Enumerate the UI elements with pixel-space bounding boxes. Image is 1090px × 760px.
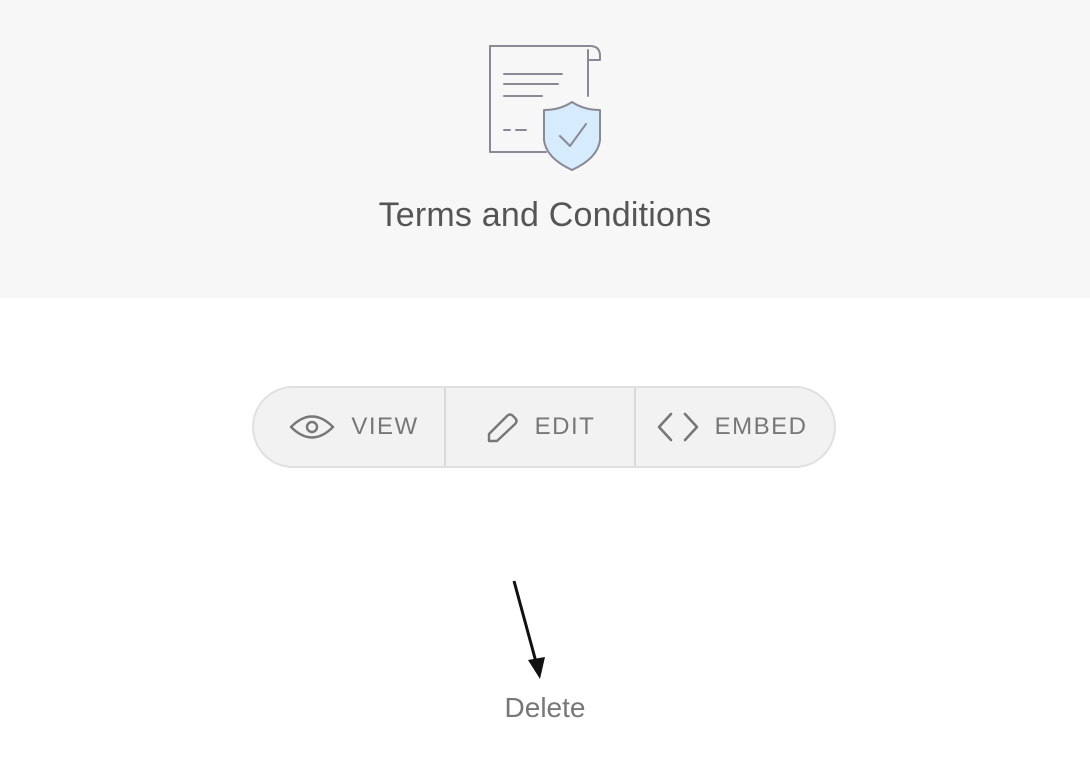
embed-button[interactable]: EMBED [634,388,834,466]
page-title: Terms and Conditions [378,196,712,234]
document-shield-icon [484,40,608,174]
view-label: VIEW [351,413,419,440]
pointer-arrow-icon [504,576,554,686]
pencil-icon [485,410,519,444]
embed-label: EMBED [714,413,808,440]
header-panel: Terms and Conditions [0,0,1090,298]
view-button[interactable]: VIEW [254,388,444,466]
edit-button[interactable]: EDIT [444,388,634,466]
action-button-group: VIEW EDIT EMBED [252,386,836,468]
delete-link[interactable]: Delete [0,692,1090,724]
edit-label: EDIT [534,413,596,440]
page: Terms and Conditions VIEW EDIT EMBED Del… [0,0,1090,760]
code-brackets-icon [657,411,699,443]
eye-icon [289,412,335,442]
